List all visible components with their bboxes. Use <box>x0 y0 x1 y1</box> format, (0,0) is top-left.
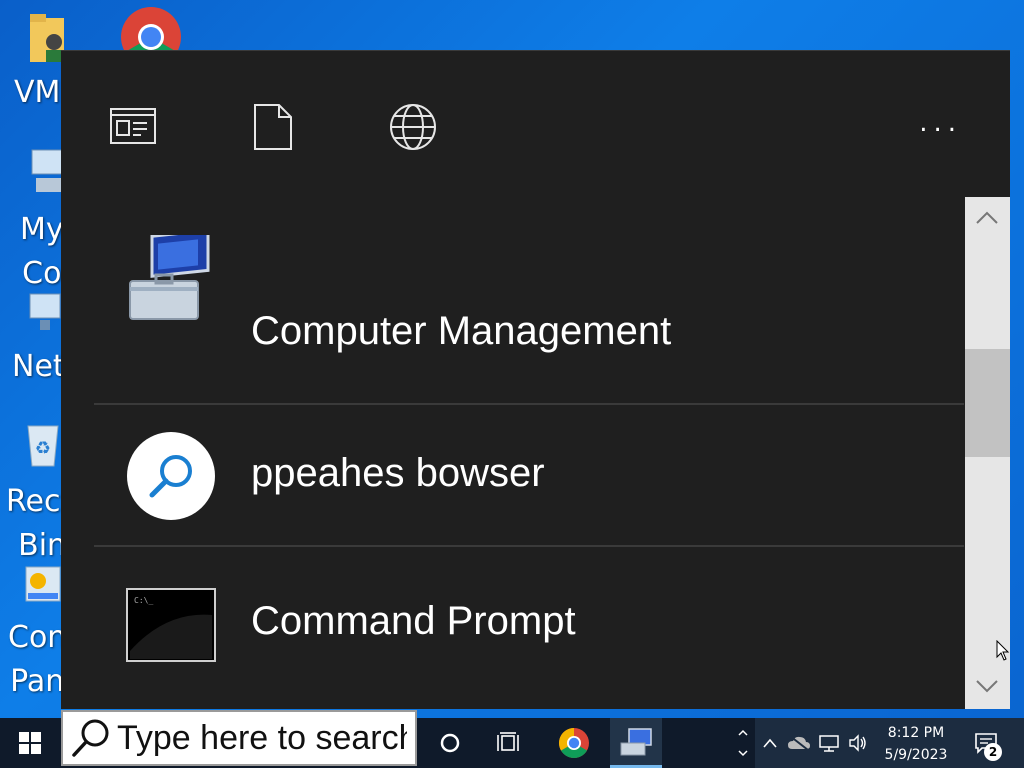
result-item-web-search[interactable]: ppeahes bowser <box>94 405 964 547</box>
documents-filter-button[interactable] <box>249 103 299 151</box>
computer-icon <box>31 149 63 192</box>
svg-text:C:\_: C:\_ <box>134 596 153 605</box>
desktop-icon-label: Net <box>12 349 65 384</box>
onedrive-button[interactable] <box>786 718 812 768</box>
recycle-bin-icon: ♻ <box>27 425 59 467</box>
windows-logo-icon <box>19 732 41 754</box>
panel-toolbar: ... <box>61 51 1010 197</box>
result-item-label: Computer Management <box>251 309 672 353</box>
taskbar-computer-management-button[interactable] <box>610 718 662 768</box>
taskbar-search-box[interactable]: Type here to search <box>61 710 417 766</box>
task-view-button[interactable] <box>486 718 532 768</box>
network-icon <box>29 293 61 330</box>
desktop-icon-label: VM <box>14 75 61 110</box>
result-item-label: ppeahes bowser <box>251 451 545 495</box>
network-icon <box>819 735 839 752</box>
scroll-down-icon[interactable] <box>965 667 1010 707</box>
scrollbar-thumb[interactable] <box>965 349 1010 457</box>
taskbar-chrome-button[interactable] <box>550 718 598 768</box>
cortana-icon <box>440 733 460 753</box>
result-item-command-prompt[interactable]: C:\_ Command Prompt <box>94 547 964 689</box>
volume-button[interactable] <box>846 718 870 768</box>
results-list: Computer Management ppeahes bowser C:\_ … <box>94 197 964 707</box>
apps-filter-button[interactable] <box>109 103 159 151</box>
results-scrollbar[interactable] <box>965 197 1010 709</box>
clock-date: 5/9/2023 <box>884 747 948 763</box>
globe-icon <box>390 104 436 150</box>
more-options-button[interactable]: ... <box>919 110 962 136</box>
web-filter-button[interactable] <box>388 103 438 151</box>
chrome-icon <box>558 728 589 759</box>
cortana-button[interactable] <box>427 718 473 768</box>
command-prompt-icon: C:\_ <box>126 588 216 662</box>
result-item-label: Command Prompt <box>251 599 576 643</box>
search-results-panel: ... Computer Management ppeahes bowser C… <box>61 50 1010 709</box>
speaker-icon <box>849 734 866 752</box>
taskbar-scroll-icon <box>738 729 748 757</box>
cloud-icon <box>788 735 810 751</box>
taskbar-clock[interactable]: 8:12 PM 5/9/2023 <box>870 722 962 766</box>
notification-count-badge: 2 <box>984 743 1002 761</box>
search-placeholder: Type here to search <box>117 718 407 757</box>
control-panel-icon <box>25 566 61 602</box>
taskbar-scroll[interactable] <box>733 718 753 768</box>
network-status-button[interactable] <box>816 718 842 768</box>
web-search-icon <box>127 432 215 520</box>
computer-management-icon <box>620 727 652 755</box>
svg-text:♻: ♻ <box>35 438 51 459</box>
scroll-up-icon[interactable] <box>965 197 1010 237</box>
mouse-cursor-icon <box>996 640 1010 661</box>
search-icon <box>72 719 109 757</box>
start-button[interactable] <box>0 718 60 768</box>
computer-management-icon <box>129 235 210 320</box>
desktop-icon-label: My Co <box>20 212 64 291</box>
chevron-up-icon <box>763 738 777 748</box>
result-item-computer-management[interactable]: Computer Management <box>94 197 964 353</box>
task-view-icon <box>497 732 519 751</box>
document-icon <box>254 104 292 150</box>
apps-icon <box>110 108 156 144</box>
desktop-icon-label: Con Pan <box>8 620 67 699</box>
show-hidden-icons-button[interactable] <box>758 718 782 768</box>
clock-time: 8:12 PM <box>887 725 945 741</box>
action-center-button[interactable] <box>966 718 1006 768</box>
